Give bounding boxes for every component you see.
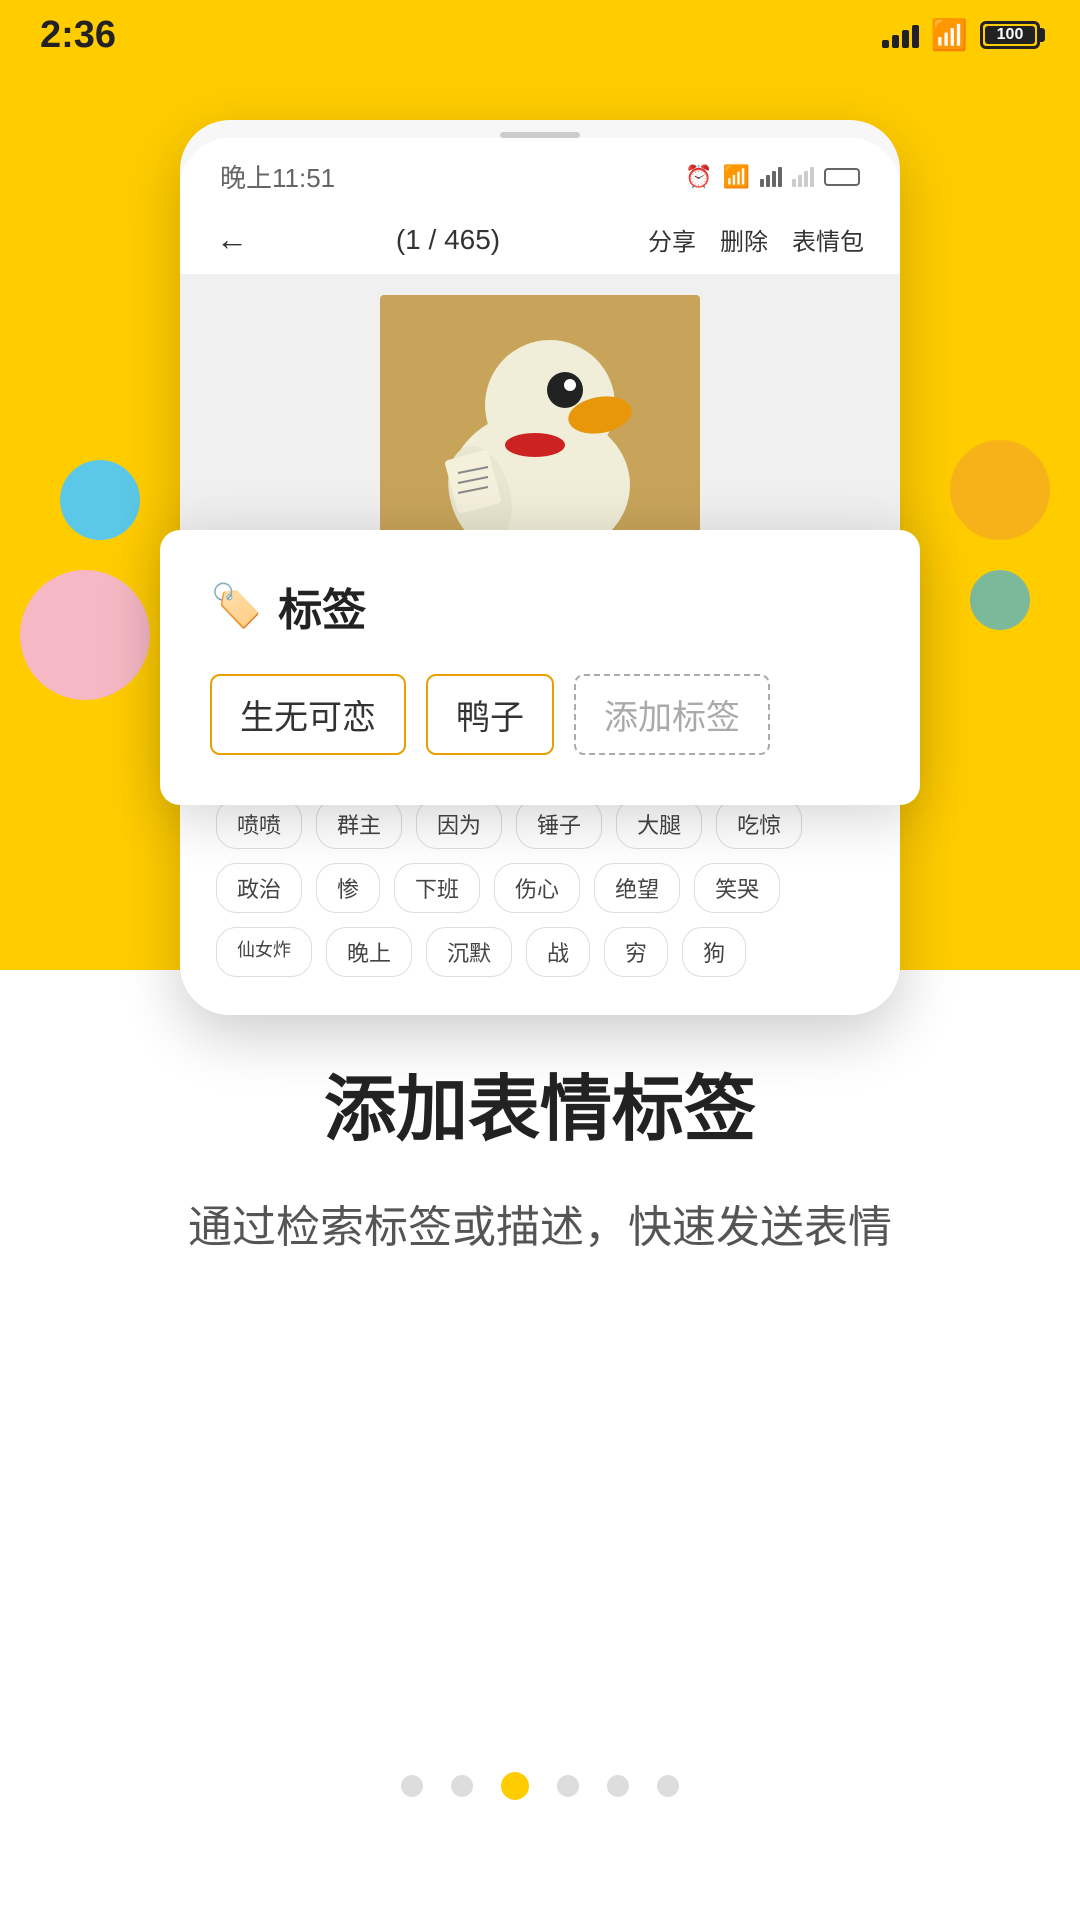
- dot-4[interactable]: [557, 1775, 579, 1797]
- opt-tag-16[interactable]: 战: [526, 927, 590, 977]
- popup-tag-icon: 🏷️: [210, 582, 262, 631]
- opt-tag-4[interactable]: 锤子: [516, 799, 602, 849]
- phone-header: ← (1 / 465) 分享 删除 表情包: [180, 205, 900, 275]
- opt-tag-2[interactable]: 群主: [316, 799, 402, 849]
- dot-3-active[interactable]: [501, 1772, 529, 1800]
- phone-status-icons: ⏰ 📶: [685, 164, 860, 190]
- opt-tag-17[interactable]: 穷: [604, 927, 668, 977]
- deco-circle-pink: [20, 570, 150, 700]
- tags-popup-items: 生无可恋 鸭子 添加标签: [210, 674, 870, 755]
- opt-tag-18[interactable]: 狗: [682, 927, 746, 977]
- opt-tag-10[interactable]: 伤心: [494, 863, 580, 913]
- opt-tag-15[interactable]: 沉默: [426, 927, 512, 977]
- tags-popup-title: 标签: [278, 574, 366, 638]
- opt-tag-14[interactable]: 晚上: [326, 927, 412, 977]
- status-icons: 📶 100: [882, 18, 1040, 53]
- deco-circle-blue: [60, 460, 140, 540]
- opt-tag-12[interactable]: 笑哭: [694, 863, 780, 913]
- popup-tag-1[interactable]: 生无可恋: [210, 674, 406, 755]
- wifi-icon: 📶: [931, 18, 968, 53]
- phone-wifi-icon: 📶: [723, 164, 750, 190]
- dot-indicators: [401, 1772, 679, 1800]
- dot-1[interactable]: [401, 1775, 423, 1797]
- signal-icon: [882, 22, 919, 48]
- opt-tag-1[interactable]: 喷喷: [216, 799, 302, 849]
- opt-tag-9[interactable]: 下班: [394, 863, 480, 913]
- main-content: 添加表情标签 通过检索标签或描述，快速发送表情: [0, 990, 1080, 1261]
- phone-optional-row-1: 喷喷 群主 因为 锤子 大腿 吃惊: [216, 799, 864, 849]
- battery-icon: 100: [980, 21, 1040, 49]
- opt-tag-3[interactable]: 因为: [416, 799, 502, 849]
- dot-5[interactable]: [607, 1775, 629, 1797]
- phone-status-bar: 晚上11:51 ⏰ 📶: [180, 138, 900, 205]
- dot-6[interactable]: [657, 1775, 679, 1797]
- opt-tag-7[interactable]: 政治: [216, 863, 302, 913]
- tags-popup-header: 🏷️ 标签: [210, 574, 870, 638]
- phone-alarm-icon: ⏰: [685, 164, 712, 190]
- opt-tag-6[interactable]: 吃惊: [716, 799, 802, 849]
- deco-circle-green: [970, 570, 1030, 630]
- popup-tag-add[interactable]: 添加标签: [574, 674, 770, 755]
- phone-optional-row-3: 仙女炸 晚上 沉默 战 穷 狗: [216, 927, 864, 977]
- phone-time: 晚上11:51: [220, 158, 335, 195]
- back-button[interactable]: ←: [216, 221, 248, 258]
- popup-tag-2[interactable]: 鸭子: [426, 674, 554, 755]
- sticker-button[interactable]: 表情包: [792, 222, 864, 257]
- page-info: (1 / 465): [396, 224, 500, 256]
- phone-actions: 分享 删除 表情包: [648, 222, 864, 257]
- opt-tag-13[interactable]: 仙女炸: [216, 927, 312, 977]
- deco-circle-orange: [950, 440, 1050, 540]
- dot-2[interactable]: [451, 1775, 473, 1797]
- opt-tag-8[interactable]: 惨: [316, 863, 380, 913]
- status-time: 2:36: [40, 14, 116, 57]
- tags-popup: 🏷️ 标签 生无可恋 鸭子 添加标签: [160, 530, 920, 805]
- share-button[interactable]: 分享: [648, 222, 696, 257]
- opt-tag-11[interactable]: 绝望: [594, 863, 680, 913]
- phone-optional-row-2: 政治 惨 下班 伤心 绝望 笑哭: [216, 863, 864, 913]
- main-subtitle: 通过检索标签或描述，快速发送表情: [188, 1195, 892, 1261]
- opt-tag-5[interactable]: 大腿: [616, 799, 702, 849]
- main-title: 添加表情标签: [324, 1050, 756, 1155]
- status-bar: 2:36 📶 100: [0, 0, 1080, 70]
- delete-button[interactable]: 删除: [720, 222, 768, 257]
